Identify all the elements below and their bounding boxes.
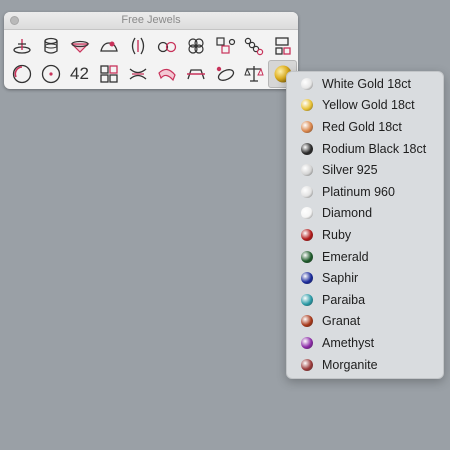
material-swatch-icon <box>301 207 313 220</box>
circle-dot-tool[interactable] <box>36 60 65 88</box>
menu-item-label: Silver 925 <box>322 163 378 178</box>
arch-icon <box>129 68 146 80</box>
lasso-gem-tool[interactable] <box>210 60 239 88</box>
menu-item-paraiba[interactable]: Paraiba <box>287 289 443 311</box>
chain-strand-tool[interactable] <box>239 32 268 60</box>
bridge-icon <box>186 69 205 80</box>
menu-item-label: Paraiba <box>322 292 366 307</box>
material-menu: White Gold 18ct Yellow Gold 18ct Red Gold … <box>286 71 444 379</box>
bridge-tool[interactable] <box>181 60 210 88</box>
material-swatch-icon <box>301 77 313 90</box>
menu-item-label: Amethyst <box>322 335 375 350</box>
prong-icon <box>99 41 118 52</box>
menu-item-silver-925[interactable]: Silver 925 <box>287 159 443 181</box>
menu-item-red-gold-18ct[interactable]: Red Gold 18ct <box>287 116 443 138</box>
material-swatch-icon <box>301 358 313 371</box>
cluster-tool[interactable] <box>181 32 210 60</box>
menu-item-label: Red Gold 18ct <box>322 119 402 134</box>
menu-item-diamond[interactable]: Diamond <box>287 203 443 225</box>
number-tool[interactable]: 42 <box>65 60 94 88</box>
menu-item-label: Yellow Gold 18ct <box>322 98 415 113</box>
menu-item-platinum-960[interactable]: Platinum 960 <box>287 181 443 203</box>
pedestal-icon <box>12 39 31 54</box>
arch-tool[interactable] <box>123 60 152 88</box>
bead-tool[interactable] <box>152 32 181 60</box>
bangle-tool[interactable] <box>152 60 181 88</box>
pedestal-tool[interactable] <box>7 32 36 60</box>
material-swatch-icon <box>301 142 313 155</box>
gem-setting-icon <box>70 40 89 53</box>
material-swatch-icon <box>301 336 313 349</box>
box-tool[interactable] <box>268 32 297 60</box>
menu-item-rodium-black-18ct[interactable]: Rodium Black 18ct <box>287 138 443 160</box>
menu-item-white-gold-18ct[interactable]: White Gold 18ct <box>287 73 443 95</box>
chain-link-icon <box>215 37 235 54</box>
circle-spiral-tool[interactable] <box>7 60 36 88</box>
menu-item-emerald[interactable]: Emerald <box>287 246 443 268</box>
circle-dot-icon <box>41 64 60 84</box>
free-jewels-palette: Free Jewels 42 <box>4 12 298 89</box>
box-icon <box>274 37 291 55</box>
chain-strand-icon <box>244 37 263 56</box>
material-swatch-icon <box>301 315 313 328</box>
menu-item-saphir[interactable]: Saphir <box>287 267 443 289</box>
cluster-icon <box>187 38 204 54</box>
circle-spiral-icon <box>12 64 31 84</box>
material-swatch-icon <box>301 120 313 133</box>
menu-item-granat[interactable]: Granat <box>287 311 443 333</box>
grid-squares-tool[interactable] <box>94 60 123 88</box>
menu-item-label: Platinum 960 <box>322 184 395 199</box>
ring-profile-tool[interactable] <box>36 32 65 60</box>
scale-tool[interactable] <box>239 60 268 88</box>
menu-item-label: White Gold 18ct <box>322 76 411 91</box>
scale-icon <box>243 66 264 82</box>
menu-item-label: Diamond <box>322 206 373 221</box>
material-swatch-icon <box>301 272 313 285</box>
prong-tool[interactable] <box>94 32 123 60</box>
material-swatch-icon <box>301 164 313 177</box>
menu-item-label: Rodium Black 18ct <box>322 141 427 156</box>
material-swatch-icon <box>301 185 313 198</box>
lasso-gem-icon <box>216 66 234 81</box>
material-swatch-icon <box>301 293 313 306</box>
menu-item-yellow-gold-18ct[interactable]: Yellow Gold 18ct <box>287 95 443 117</box>
menu-item-morganite[interactable]: Morganite <box>287 354 443 376</box>
menu-item-label: Granat <box>322 314 361 329</box>
chain-link-tool[interactable] <box>210 32 239 60</box>
menu-item-label: Ruby <box>322 227 352 242</box>
number-label: 42 <box>70 64 89 83</box>
menu-item-ruby[interactable]: Ruby <box>287 224 443 246</box>
material-swatch-icon <box>301 250 313 263</box>
menu-item-amethyst[interactable]: Amethyst <box>287 332 443 354</box>
gem-setting-tool[interactable] <box>65 32 94 60</box>
window-title: Free Jewels <box>121 14 181 26</box>
tool-grid: 42 <box>7 32 297 88</box>
grid-squares-icon <box>99 65 118 83</box>
material-swatch-icon <box>301 99 313 112</box>
bead-icon <box>157 41 176 53</box>
menu-item-label: Morganite <box>322 357 378 372</box>
menu-item-label: Emerald <box>322 249 369 264</box>
curve-arrow-icon <box>131 37 144 55</box>
menu-item-label: Saphir <box>322 271 359 286</box>
curve-arrow-tool[interactable] <box>123 32 152 60</box>
title-bar[interactable]: Free Jewels <box>4 12 298 30</box>
ring-profile-icon <box>43 37 58 54</box>
material-swatch-icon <box>301 228 313 241</box>
bangle-icon <box>157 68 176 82</box>
